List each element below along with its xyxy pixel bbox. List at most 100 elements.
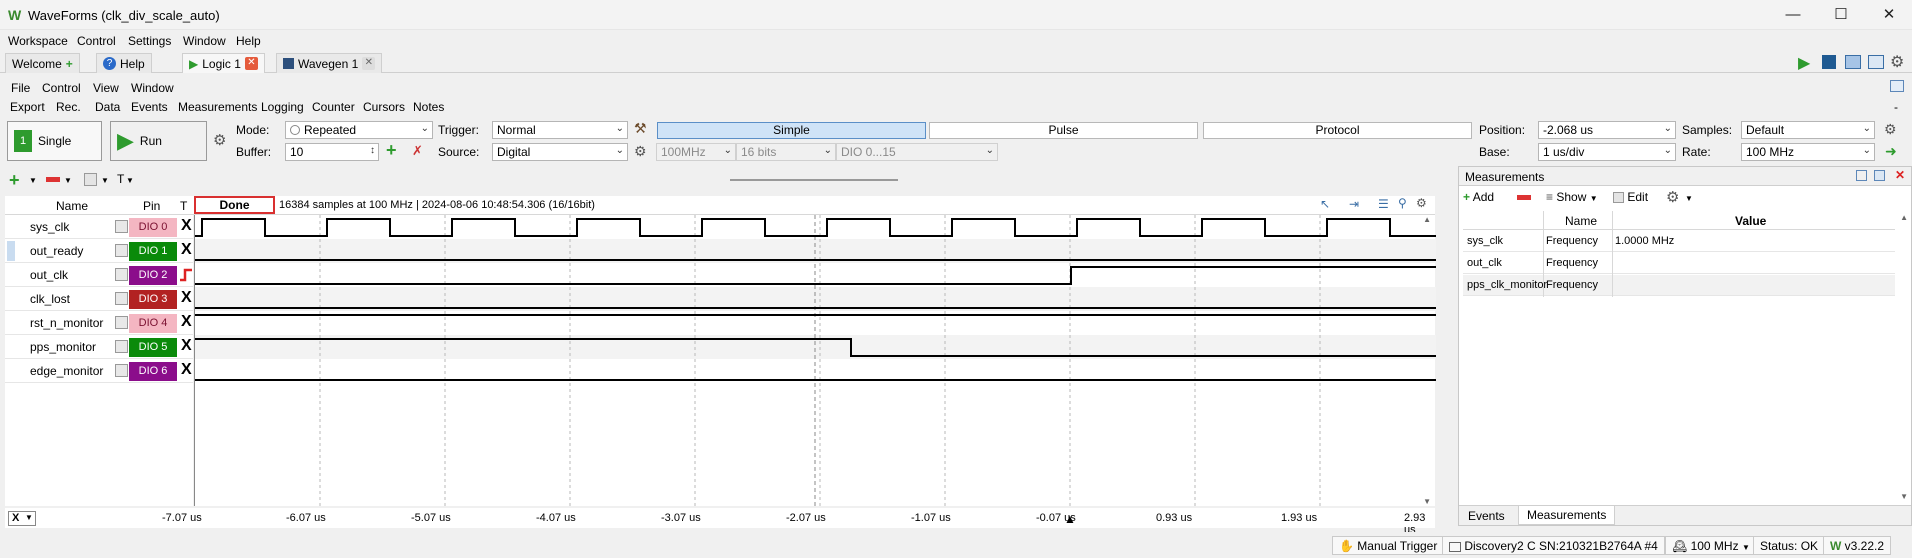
- menu-notes[interactable]: Notes: [413, 100, 444, 114]
- edit-channel-icon[interactable]: [84, 173, 97, 186]
- tab-events[interactable]: Events: [1463, 508, 1510, 524]
- edit-button[interactable]: Edit: [1613, 190, 1648, 204]
- show-button[interactable]: ≡ Show ▼: [1546, 190, 1598, 204]
- close-panel-icon[interactable]: ✕: [1895, 168, 1905, 182]
- rate-select[interactable]: 100MHz ⌄: [656, 143, 736, 161]
- mode-simple-button[interactable]: Simple: [657, 122, 926, 139]
- tab-measurements[interactable]: Measurements: [1518, 506, 1616, 525]
- minimize-button[interactable]: —: [1770, 0, 1816, 30]
- magnifier-icon[interactable]: ⚲: [1398, 196, 1407, 210]
- stop-all-icon[interactable]: [1822, 55, 1836, 69]
- menu-export[interactable]: Export: [10, 100, 45, 114]
- edit-icon[interactable]: [115, 268, 128, 281]
- edit-icon[interactable]: [115, 340, 128, 353]
- zoom-fit-icon[interactable]: ⇥: [1349, 197, 1359, 211]
- zoom-area-icon[interactable]: ☰: [1378, 197, 1389, 211]
- maximize-button[interactable]: ☐: [1818, 0, 1864, 30]
- layout-split-icon[interactable]: [1868, 55, 1884, 69]
- manual-trigger-button[interactable]: ✋ Manual Trigger: [1332, 536, 1445, 555]
- scrollbar-up-icon[interactable]: ▲: [1900, 213, 1908, 222]
- plot-settings-icon[interactable]: ⚙: [1416, 196, 1427, 210]
- cursor-tool-icon[interactable]: ↖: [1320, 197, 1330, 211]
- menu-help[interactable]: Help: [236, 34, 261, 48]
- run-all-icon[interactable]: ▶: [1798, 53, 1810, 73]
- channel-row[interactable]: sys_clk DIO 0 X: [5, 215, 193, 239]
- version-badge[interactable]: W v3.22.2: [1823, 536, 1892, 555]
- dock-icon[interactable]: [1890, 80, 1904, 92]
- clock-selector[interactable]: 🕰 100 MHz ▼: [1665, 536, 1757, 555]
- channel-row[interactable]: out_clk DIO 2: [5, 263, 193, 287]
- trigger-none-icon[interactable]: X: [181, 289, 192, 307]
- edit-icon[interactable]: [115, 244, 128, 257]
- remove-measurement-icon[interactable]: [1517, 195, 1531, 200]
- trigger-none-icon[interactable]: X: [181, 337, 192, 355]
- run-button[interactable]: ▶ Run: [110, 121, 207, 161]
- restore-icon[interactable]: [1856, 170, 1867, 181]
- collapse-icon[interactable]: -: [1894, 100, 1898, 114]
- position-select[interactable]: -2.068 us ⌄: [1538, 121, 1676, 139]
- spinner-arrows-icon[interactable]: ↕: [370, 145, 375, 156]
- name-column-header[interactable]: Name: [56, 199, 88, 213]
- single-button[interactable]: 1 Single: [7, 121, 102, 161]
- trigger-none-icon[interactable]: X: [181, 361, 192, 379]
- base-select[interactable]: 1 us/div ⌄: [1538, 143, 1676, 161]
- mode-pulse-button[interactable]: Pulse: [929, 122, 1198, 139]
- trigger-column-header[interactable]: T: [180, 199, 187, 213]
- channel-row[interactable]: clk_lost DIO 3 X: [5, 287, 193, 311]
- layout-tile-icon[interactable]: [1845, 55, 1861, 69]
- menu-settings[interactable]: Settings: [128, 34, 171, 48]
- close-tab-icon[interactable]: ✕: [244, 57, 258, 70]
- bits-select[interactable]: 16 bits ⌄: [736, 143, 836, 161]
- channel-row[interactable]: rst_n_monitor DIO 4 X: [5, 311, 193, 335]
- dropdown-arrow-icon[interactable]: ▼: [126, 176, 134, 185]
- tab-help[interactable]: ? Help: [96, 53, 152, 73]
- settings-gear-icon[interactable]: ⚙: [1890, 52, 1904, 72]
- measurement-settings-icon[interactable]: ⚙: [1666, 188, 1679, 206]
- menu-control[interactable]: Control: [77, 34, 116, 48]
- pin-column-header[interactable]: Pin: [143, 199, 160, 213]
- buffer-spinner[interactable]: 10 ↕: [285, 143, 379, 161]
- dropdown-arrow-icon[interactable]: ▼: [64, 176, 72, 185]
- hammer-icon[interactable]: ⚒: [634, 120, 647, 137]
- edit-icon[interactable]: [115, 364, 128, 377]
- tab-welcome[interactable]: Welcome +: [5, 53, 80, 73]
- menu-rec[interactable]: Rec.: [56, 100, 81, 114]
- waveform-plot[interactable]: ▲ ▼: [194, 215, 1436, 506]
- menu-view[interactable]: View: [93, 81, 119, 95]
- menu-data[interactable]: Data: [95, 100, 120, 114]
- text-tool-icon[interactable]: T: [117, 172, 124, 186]
- menu-cursors[interactable]: Cursors: [363, 100, 405, 114]
- trigger-select[interactable]: Normal ⌄: [492, 121, 628, 139]
- channel-row[interactable]: edge_monitor DIO 6 X: [5, 359, 193, 383]
- maximize-icon[interactable]: [1874, 170, 1885, 181]
- channel-row[interactable]: pps_monitor DIO 5 X: [5, 335, 193, 359]
- trigger-none-icon[interactable]: X: [181, 313, 192, 331]
- add-buffer-icon[interactable]: +: [386, 140, 397, 161]
- menu-file[interactable]: File: [11, 81, 30, 95]
- add-measurement-button[interactable]: + Add: [1463, 190, 1494, 204]
- trigger-none-icon[interactable]: X: [181, 217, 192, 235]
- dropdown-arrow-icon[interactable]: ▼: [1685, 194, 1693, 203]
- table-row[interactable]: sys_clk Frequency 1.0000 MHz: [1463, 231, 1895, 252]
- time-settings-icon[interactable]: ⚙: [1884, 121, 1897, 138]
- scrollbar-down-icon[interactable]: ▼: [1900, 492, 1908, 501]
- arrow-right-icon[interactable]: ➜: [1885, 143, 1897, 160]
- scrollbar-up-icon[interactable]: ▲: [1423, 215, 1431, 224]
- clear-buffer-icon[interactable]: ✗: [412, 143, 423, 159]
- menu-window[interactable]: Window: [131, 81, 174, 95]
- menu-events[interactable]: Events: [131, 100, 168, 114]
- menu-logging[interactable]: Logging: [261, 100, 304, 114]
- menu-control[interactable]: Control: [42, 81, 81, 95]
- menu-workspace[interactable]: Workspace: [8, 34, 68, 48]
- value-column-header[interactable]: Value: [1735, 214, 1766, 228]
- edit-icon[interactable]: [115, 292, 128, 305]
- menu-counter[interactable]: Counter: [312, 100, 355, 114]
- splitter-handle[interactable]: [730, 179, 898, 181]
- edit-icon[interactable]: [115, 316, 128, 329]
- scrollbar-down-icon[interactable]: ▼: [1423, 497, 1431, 506]
- menu-window[interactable]: Window: [183, 34, 226, 48]
- close-button[interactable]: ✕: [1866, 0, 1912, 30]
- add-channel-icon[interactable]: +: [9, 170, 20, 191]
- edit-icon[interactable]: [115, 220, 128, 233]
- mode-select[interactable]: Repeated ⌄: [285, 121, 433, 139]
